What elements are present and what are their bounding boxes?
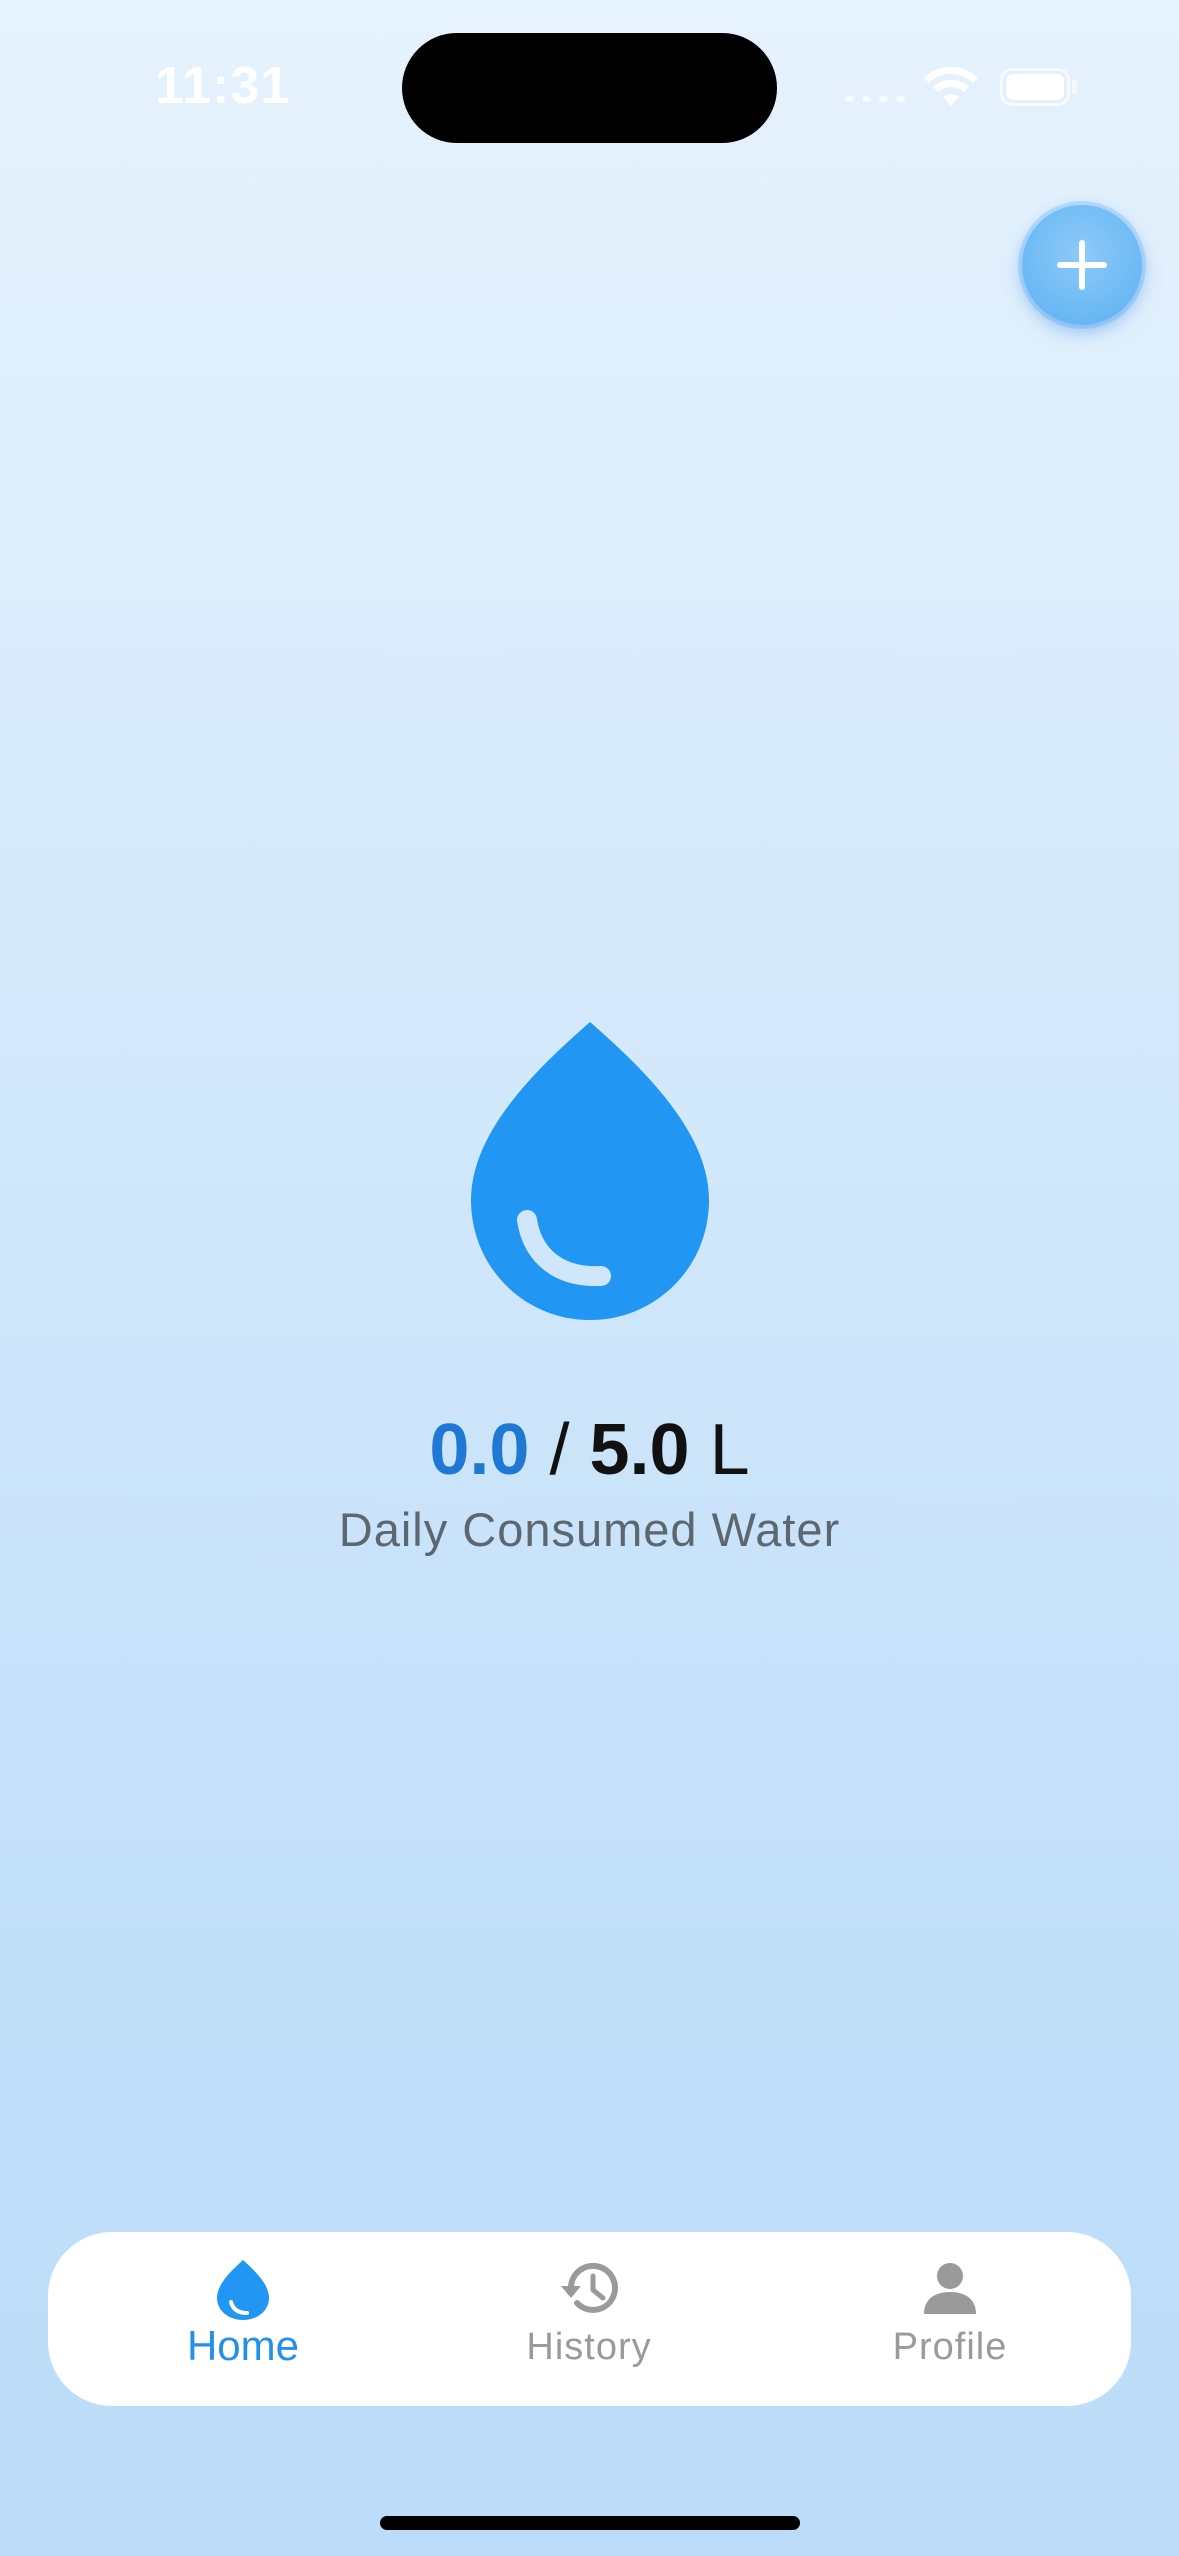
daily-consumed-label: Daily Consumed Water xyxy=(338,1503,841,1556)
tab-home[interactable]: Home xyxy=(93,2232,393,2406)
plus-icon xyxy=(1057,240,1107,290)
tab-history[interactable]: History xyxy=(439,2232,739,2406)
progress-separator: / xyxy=(549,1410,570,1490)
daily-progress: 0.0 / 5.0 L xyxy=(0,1405,1179,1495)
person-icon xyxy=(924,2263,976,2314)
tab-home-label: Home xyxy=(186,2322,300,2369)
bottom-tab-bar: Home History Profile xyxy=(48,2232,1131,2406)
dynamic-island xyxy=(402,33,777,143)
consumed-amount: 0.0 xyxy=(429,1410,530,1490)
status-bar: 11:31 xyxy=(0,0,1179,180)
wifi-icon xyxy=(924,66,978,106)
tab-history-label: History xyxy=(526,2326,652,2368)
status-time: 11:31 xyxy=(155,57,291,115)
water-drop-icon xyxy=(471,1022,709,1320)
tab-profile[interactable]: Profile xyxy=(800,2232,1100,2406)
tab-profile-label: Profile xyxy=(892,2326,1008,2368)
battery-icon xyxy=(1000,68,1077,106)
history-icon xyxy=(561,2262,618,2313)
water-drop-icon xyxy=(217,2260,269,2320)
home-indicator[interactable] xyxy=(380,2516,800,2530)
cellular-signal-icon xyxy=(845,96,907,104)
unit-label: L xyxy=(709,1410,750,1490)
add-water-button[interactable] xyxy=(1022,205,1142,325)
goal-amount: 5.0 xyxy=(589,1410,690,1490)
